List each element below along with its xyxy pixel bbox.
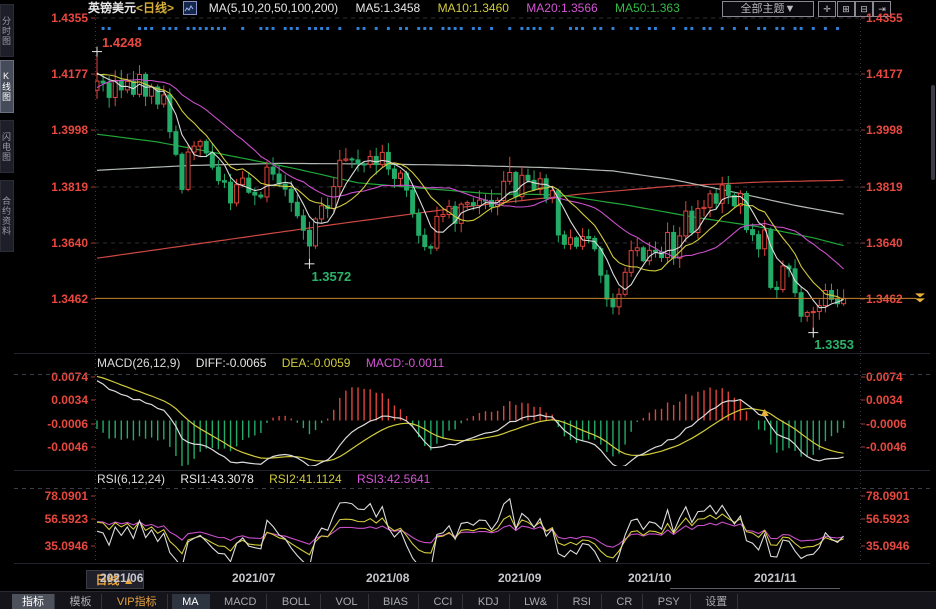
tab-bias[interactable]: BIAS: [373, 594, 419, 609]
period-tag: <日线>: [136, 1, 174, 15]
tab-vip-indicator[interactable]: VIP指标: [107, 594, 168, 609]
macd-title: MACD(26,12,9): [97, 356, 180, 370]
macd-axis-label: -0.0006: [866, 418, 932, 430]
tab-settings[interactable]: 设置: [695, 594, 738, 609]
macd-axis-label: 0.0074: [20, 371, 88, 383]
ma5-value: MA5:1.3458: [356, 1, 421, 15]
horizontal-scroll-indicator[interactable]: [670, 588, 840, 589]
tab-lwr[interactable]: LW&: [514, 594, 558, 609]
tab-boll[interactable]: BOLL: [272, 594, 321, 609]
macd-value: MACD:-0.0011: [366, 356, 444, 370]
rsi-title: RSI(6,12,24): [97, 472, 165, 486]
ma-settings-label: MA(5,10,20,50,100,200): [209, 1, 338, 15]
symbol-name: 英镑美元: [88, 1, 136, 15]
sidebar-item-time-chart[interactable]: 分时图: [0, 4, 14, 57]
macd-diff-value: DIFF:-0.0065: [196, 356, 267, 370]
tab-ma[interactable]: MA: [172, 594, 210, 609]
tab-indicator[interactable]: 指标: [12, 594, 55, 609]
sidebar-item-kline-chart[interactable]: K线图: [0, 60, 14, 113]
rsi-axis-label: 78.0901: [866, 490, 932, 502]
price-axis-label: 1.3819: [20, 181, 88, 193]
sidebar-item-contract-info[interactable]: 合约资料: [0, 180, 14, 252]
rsi-axis-label: 78.0901: [20, 490, 88, 502]
ma50-value: MA50:1.363: [615, 1, 680, 15]
macd-dea-value: DEA:-0.0059: [282, 356, 351, 370]
time-axis-label: 2021/09: [498, 571, 541, 585]
trading-app-window: 分时图 K线图 闪电图 合约资料 英镑美元<日线> MA(5,10,20,50,…: [0, 0, 936, 609]
tab-vol[interactable]: VOL: [325, 594, 368, 609]
price-axis-label: 1.3462: [20, 293, 88, 305]
ma20-value: MA20:1.3566: [526, 1, 597, 15]
macd-axis-label: 0.0074: [866, 371, 932, 383]
move-tool-icon[interactable]: ✛: [818, 1, 836, 17]
macd-axis-label: -0.0046: [20, 441, 88, 453]
tab-cr[interactable]: CR: [606, 594, 643, 609]
rsi-pane-header: RSI(6,12,24) RSI1:43.3078 RSI2:41.1124 R…: [97, 472, 442, 486]
tab-template[interactable]: 模板: [59, 594, 102, 609]
rsi3-value: RSI3:42.5641: [357, 472, 430, 486]
price-axis-label: 1.4177: [20, 68, 88, 80]
rsi-axis-label: 56.5923: [20, 513, 88, 525]
price-axis-label: 1.3462: [866, 293, 932, 305]
time-axis-label: 2021/11: [754, 571, 797, 585]
macd-axis-label: 0.0034: [20, 394, 88, 406]
macd-axis-label: -0.0006: [20, 418, 88, 430]
price-axis-label: 1.3819: [866, 181, 932, 193]
annotation-low-price: 1.3353: [814, 337, 854, 352]
macd-axis-label: -0.0046: [866, 441, 932, 453]
price-axis-label: 1.4355: [866, 12, 932, 24]
left-sidebar: 分时图 K线图 闪电图 合约资料: [0, 0, 14, 609]
chart-header: 英镑美元<日线> MA(5,10,20,50,100,200) MA5:1.34…: [88, 0, 680, 16]
macd-pane-header: MACD(26,12,9) DIFF:-0.0065 DEA:-0.0059 M…: [97, 356, 456, 370]
rsi-axis-label: 35.0946: [866, 540, 932, 552]
time-axis-label: 2021/08: [366, 571, 409, 585]
price-axis-label: 1.3640: [20, 237, 88, 249]
indicator-toolbar: 指标 模板 VIP指标 MA MACD BOLL VOL BIAS CCI KD…: [0, 591, 936, 609]
split-pane-icon[interactable]: ⊞: [837, 1, 855, 17]
tab-cci[interactable]: CCI: [423, 594, 463, 609]
price-axis-label: 1.4355: [20, 12, 88, 24]
rsi-axis-label: 35.0946: [20, 540, 88, 552]
time-axis-label: 2021/06: [100, 571, 143, 585]
price-axis-label: 1.3998: [20, 124, 88, 136]
mini-chart-icon[interactable]: [183, 1, 197, 15]
price-axis-label: 1.3640: [866, 237, 932, 249]
time-axis-label: 2021/07: [232, 571, 275, 585]
annotation-low-price: 1.3572: [311, 269, 351, 284]
price-axis-label: 1.3998: [866, 124, 932, 136]
macd-axis-label: 0.0034: [866, 394, 932, 406]
price-axis-label: 1.4177: [866, 68, 932, 80]
tab-psy[interactable]: PSY: [648, 594, 691, 609]
ma10-value: MA10:1.3460: [438, 1, 509, 15]
tab-kdj[interactable]: KDJ: [468, 594, 510, 609]
rsi1-value: RSI1:43.3078: [180, 472, 253, 486]
tab-rsi[interactable]: RSI: [563, 594, 602, 609]
price-chart-canvas[interactable]: [0, 0, 936, 609]
vertical-scrollbar-thumb[interactable]: [931, 85, 935, 180]
rsi2-value: RSI2:41.1124: [269, 472, 342, 486]
tab-macd[interactable]: MACD: [214, 594, 267, 609]
annotation-high-price: 1.4248: [102, 35, 142, 50]
rsi-axis-label: 56.5923: [866, 513, 932, 525]
all-themes-dropdown[interactable]: 全部主题▼: [722, 1, 814, 17]
time-axis-label: 2021/10: [628, 571, 671, 585]
sidebar-item-flash-chart[interactable]: 闪电图: [0, 120, 14, 173]
